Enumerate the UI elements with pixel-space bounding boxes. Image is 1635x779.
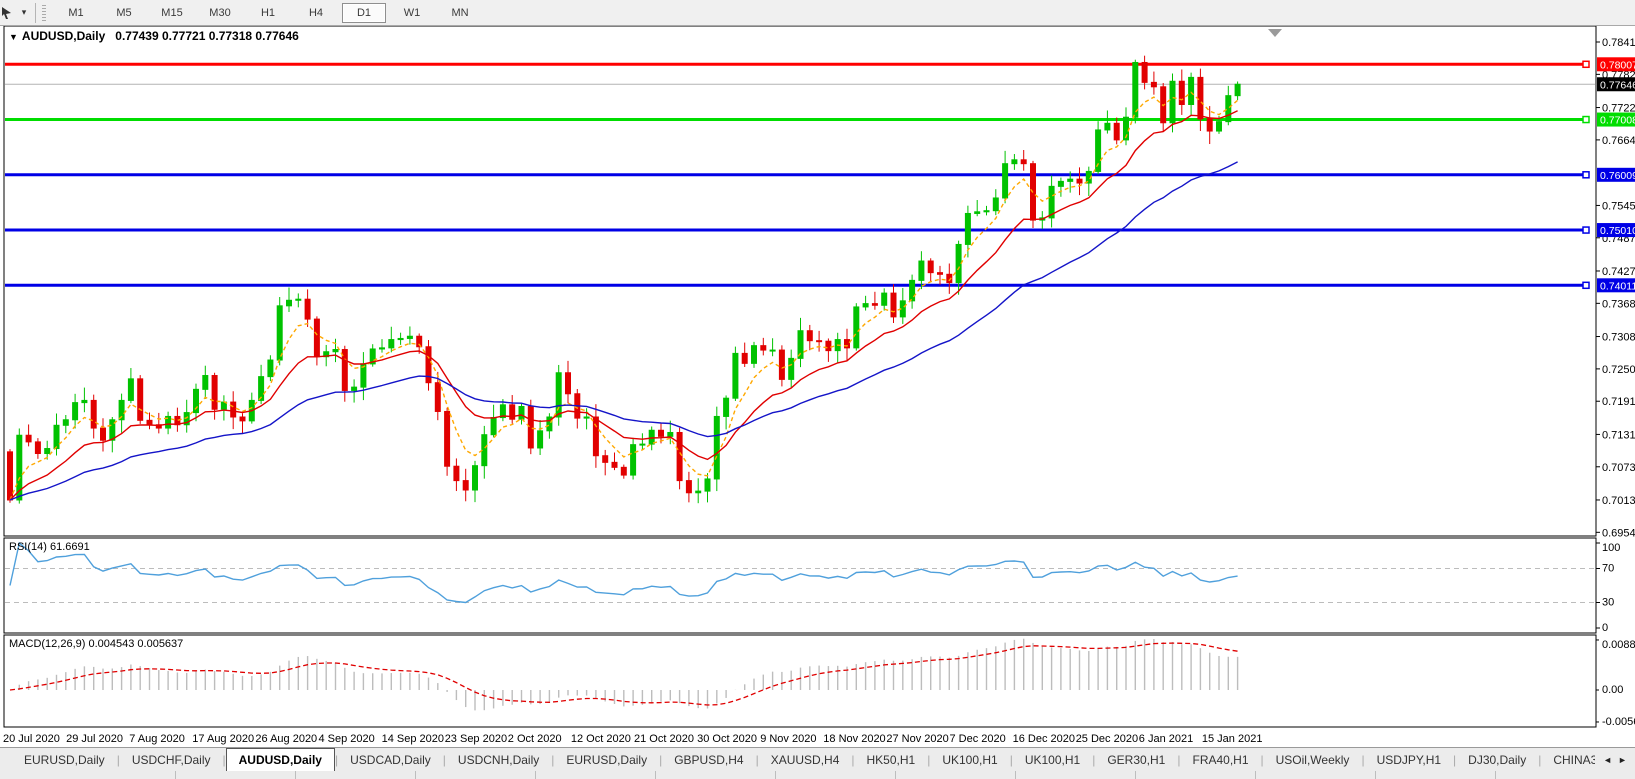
chart-tab-gbpusd-h4[interactable]: GBPUSD,H4 bbox=[662, 749, 755, 771]
timeframe-button-m30[interactable]: M30 bbox=[198, 3, 242, 23]
chart-title: ▼ AUDUSD,Daily 0.77439 0.77721 0.77318 0.7… bbox=[9, 29, 299, 43]
strip-separator bbox=[1255, 771, 1256, 779]
price-axis[interactable] bbox=[1596, 26, 1635, 727]
strip-separator bbox=[895, 771, 896, 779]
strip-separator bbox=[415, 771, 416, 779]
chart-tab-usdcnh-daily[interactable]: USDCNH,Daily bbox=[446, 749, 551, 771]
strip-separator bbox=[295, 771, 296, 779]
chart-tab-usdchf-daily[interactable]: USDCHF,Daily bbox=[120, 749, 223, 771]
chart-tab-usoil-weekly[interactable]: USOil,Weekly bbox=[1264, 749, 1362, 771]
tabbar-bottom-strip bbox=[0, 771, 1635, 779]
toolbar-grip[interactable] bbox=[42, 5, 46, 21]
rsi-indicator-label: RSI(14) 61.6691 bbox=[9, 541, 90, 553]
timeframe-button-m1[interactable]: M1 bbox=[54, 3, 98, 23]
strip-separator bbox=[1375, 771, 1376, 779]
tool-dropdown-caret-icon[interactable]: ▾ bbox=[17, 7, 31, 18]
strip-separator bbox=[655, 771, 656, 779]
time-axis[interactable] bbox=[0, 727, 1596, 747]
tab-scroll-arrows: ◄ ► bbox=[1595, 748, 1635, 772]
timeframe-button-d1[interactable]: D1 bbox=[342, 3, 386, 23]
chart-tab-eurusd-daily[interactable]: EURUSD,Daily bbox=[554, 749, 659, 771]
chart-tab-hk50-h1[interactable]: HK50,H1 bbox=[855, 749, 928, 771]
timeframe-button-h1[interactable]: H1 bbox=[246, 3, 290, 23]
chart-tab-fra40-h1[interactable]: FRA40,H1 bbox=[1180, 749, 1260, 771]
chart-tab-audusd-daily[interactable]: AUDUSD,Daily bbox=[226, 748, 335, 772]
strip-separator bbox=[1135, 771, 1136, 779]
strip-separator bbox=[535, 771, 536, 779]
chart-tab-ger30-h1[interactable]: GER30,H1 bbox=[1095, 749, 1177, 771]
chart-tab-xauusd-h4[interactable]: XAUUSD,H4 bbox=[759, 749, 852, 771]
strip-separator bbox=[175, 771, 176, 779]
timeframe-button-group: M1M5M15M30H1H4D1W1MN bbox=[52, 3, 484, 23]
strip-separator bbox=[1015, 771, 1016, 779]
chart-tab-usdcad-daily[interactable]: USDCAD,Daily bbox=[338, 749, 443, 771]
chart-tab-usdjpy-h1[interactable]: USDJPY,H1 bbox=[1365, 749, 1453, 771]
chart-symbol-label: AUDUSD,Daily bbox=[22, 29, 105, 43]
chart-tabs: EURUSD,Daily|USDCHF,Daily|AUDUSD,Daily|U… bbox=[0, 748, 1595, 772]
toolbar-separator bbox=[35, 3, 36, 23]
timeframe-button-m15[interactable]: M15 bbox=[150, 3, 194, 23]
chart-tab-china300-h1[interactable]: CHINA300,H1 bbox=[1541, 749, 1595, 771]
chart-canvas[interactable]: 0.784100.778250.772250.766400.754550.748… bbox=[0, 0, 1635, 779]
strip-separator bbox=[1495, 771, 1496, 779]
strip-separator bbox=[775, 771, 776, 779]
timeframe-button-h4[interactable]: H4 bbox=[294, 3, 338, 23]
chart-tab-uk100-h1[interactable]: UK100,H1 bbox=[930, 749, 1009, 771]
tab-scroll-right-icon[interactable]: ► bbox=[1618, 755, 1627, 765]
toolbar: ▾ M1M5M15M30H1H4D1W1MN bbox=[0, 0, 1635, 26]
macd-indicator-label: MACD(12,26,9) 0.004543 0.005637 bbox=[9, 638, 183, 650]
tab-scroll-left-icon[interactable]: ◄ bbox=[1603, 755, 1612, 765]
chart-tab-eurusd-daily[interactable]: EURUSD,Daily bbox=[12, 749, 117, 771]
mt4-window: ▾ M1M5M15M30H1H4D1W1MN 0.784100.778250.7… bbox=[0, 0, 1635, 779]
chart-tab-uk100-h1[interactable]: UK100,H1 bbox=[1013, 749, 1092, 771]
chart-menu-caret-icon[interactable]: ▼ bbox=[9, 32, 18, 42]
chart-ohlc-values: 0.77439 0.77721 0.77318 0.77646 bbox=[115, 29, 299, 43]
cursor-arrow-glyph bbox=[0, 6, 14, 20]
timeframe-button-m5[interactable]: M5 bbox=[102, 3, 146, 23]
cursor-tool-icon[interactable] bbox=[0, 4, 17, 22]
scroll-to-end-icon[interactable] bbox=[1268, 29, 1282, 37]
timeframe-button-mn[interactable]: MN bbox=[438, 3, 482, 23]
timeframe-button-w1[interactable]: W1 bbox=[390, 3, 434, 23]
chart-tab-dj30-daily[interactable]: DJ30,Daily bbox=[1456, 749, 1538, 771]
